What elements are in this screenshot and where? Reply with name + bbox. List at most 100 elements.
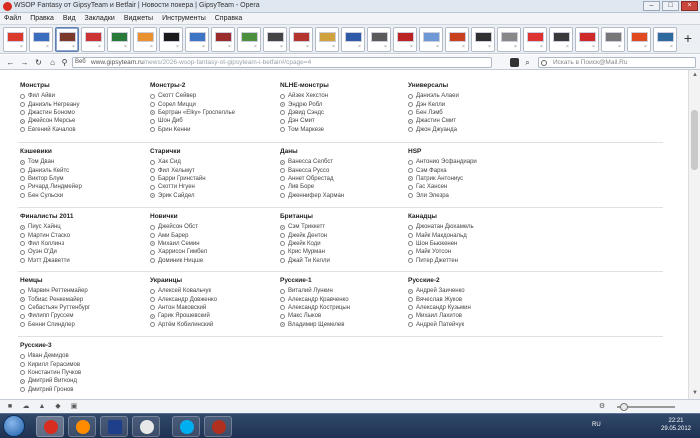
tab-8[interactable]: ×	[185, 26, 209, 52]
tab-2[interactable]: ×	[29, 26, 53, 52]
radio-icon[interactable]	[408, 258, 413, 264]
tab-21[interactable]: ×	[523, 26, 547, 52]
player-option[interactable]: Джастин Смит	[408, 117, 533, 125]
player-option[interactable]: Джейк Дентон	[280, 231, 405, 239]
tab-close-icon[interactable]: ×	[566, 44, 571, 50]
tab-close-icon[interactable]: ×	[150, 44, 155, 50]
player-option[interactable]: Дмитрий Витконд	[20, 377, 145, 385]
tab-close-icon[interactable]: ×	[280, 44, 285, 50]
tab-12[interactable]: ×	[289, 26, 313, 52]
tab-close-icon[interactable]: ×	[644, 44, 649, 50]
radio-icon[interactable]	[408, 110, 413, 116]
radio-icon[interactable]	[408, 305, 413, 311]
radio-selected-icon[interactable]	[150, 313, 155, 319]
scroll-up-icon[interactable]: ▲	[690, 72, 700, 78]
player-option[interactable]: Себастьян Руттенбург	[20, 304, 145, 312]
minimize-button[interactable]: –	[643, 1, 660, 11]
player-option[interactable]: Филипп Груссем	[20, 312, 145, 320]
tab-17[interactable]: ×	[419, 26, 443, 52]
radio-icon[interactable]	[20, 233, 25, 239]
radio-selected-icon[interactable]	[20, 118, 25, 124]
maximize-button[interactable]: □	[662, 1, 679, 11]
radio-selected-icon[interactable]	[150, 110, 155, 116]
player-option[interactable]: Крис Мурман	[280, 248, 405, 256]
radio-selected-icon[interactable]	[280, 322, 285, 328]
radio-icon[interactable]	[150, 305, 155, 311]
panel-icon[interactable]: ■	[6, 403, 14, 411]
radio-icon[interactable]	[20, 241, 25, 247]
player-option[interactable]: Патрик Антониус	[408, 175, 533, 183]
player-option[interactable]: Бен Сульски	[20, 192, 145, 200]
radio-icon[interactable]	[280, 305, 285, 311]
tab-close-icon[interactable]: ×	[514, 44, 519, 50]
player-option[interactable]: Дмитрий Гронов	[20, 386, 145, 394]
player-option[interactable]: Фил Коллинз	[20, 240, 145, 248]
player-option[interactable]: Дэн Келли	[408, 100, 533, 108]
turbo-icon[interactable]: ◆	[54, 403, 62, 411]
player-option[interactable]: Даниэль Негреану	[20, 100, 145, 108]
forward-icon[interactable]: →	[20, 58, 29, 67]
radio-icon[interactable]	[20, 313, 25, 319]
radio-icon[interactable]	[150, 297, 155, 303]
player-option[interactable]: Александр Кострицын	[280, 304, 405, 312]
player-option[interactable]: Бертран «Elky» Гроспеллье	[150, 109, 275, 117]
radio-icon[interactable]	[150, 127, 155, 133]
radio-icon[interactable]	[150, 159, 155, 165]
player-option[interactable]: Сэм Фарха	[408, 166, 533, 174]
radio-icon[interactable]	[20, 288, 25, 294]
tab-25[interactable]: ×	[627, 26, 651, 52]
zoom-knob[interactable]	[620, 403, 628, 411]
radio-selected-icon[interactable]	[20, 378, 25, 384]
player-option[interactable]: Алексей Ковальчук	[150, 287, 275, 295]
radio-icon[interactable]	[150, 168, 155, 174]
player-option[interactable]: Джейсон Мерсье	[20, 117, 145, 125]
radio-icon[interactable]	[280, 258, 285, 264]
tab-7[interactable]: ×	[159, 26, 183, 52]
player-option[interactable]: Джастин Бономо	[20, 109, 145, 117]
player-option[interactable]: Том Маркезе	[280, 126, 405, 134]
player-option[interactable]: Александр Кравченко	[280, 295, 405, 303]
tab-close-icon[interactable]: ×	[306, 44, 311, 50]
radio-icon[interactable]	[150, 224, 155, 230]
player-option[interactable]: Айзек Хекстон	[280, 92, 405, 100]
player-option[interactable]: Михаил Лахитов	[408, 312, 533, 320]
radio-icon[interactable]	[408, 233, 413, 239]
menu-help[interactable]: Справка	[215, 15, 242, 22]
radio-icon[interactable]	[150, 176, 155, 182]
player-option[interactable]: Александр Довженко	[150, 295, 275, 303]
player-option[interactable]: Ричард Линдмейер	[20, 183, 145, 191]
tab-16[interactable]: ×	[393, 26, 417, 52]
tab-10[interactable]: ×	[237, 26, 261, 52]
taskbar-app-3[interactable]	[100, 416, 128, 437]
taskbar-app-6[interactable]	[204, 416, 232, 437]
player-option[interactable]: Евгений Качалов	[20, 126, 145, 134]
player-option[interactable]: Джон Джуанда	[408, 126, 533, 134]
player-option[interactable]: Андрей Патейчук	[408, 321, 533, 329]
menu-view[interactable]: Вид	[63, 15, 76, 22]
unite-icon[interactable]: ▲	[38, 403, 46, 411]
radio-icon[interactable]	[408, 93, 413, 99]
menu-edit[interactable]: Правка	[30, 15, 54, 22]
radio-icon[interactable]	[408, 193, 413, 199]
radio-icon[interactable]	[280, 241, 285, 247]
home-icon[interactable]: ⌂	[48, 58, 57, 67]
player-option[interactable]: Джейсон Обст	[150, 223, 275, 231]
tab-close-icon[interactable]: ×	[254, 44, 259, 50]
player-option[interactable]: Дженнифер Харман	[280, 192, 405, 200]
menu-file[interactable]: Файл	[4, 15, 21, 22]
tab-11[interactable]: ×	[263, 26, 287, 52]
tab-close-icon[interactable]: ×	[72, 44, 77, 50]
player-option[interactable]: Кирилл Герасимов	[20, 360, 145, 368]
player-option[interactable]: Том Дван	[20, 158, 145, 166]
radio-selected-icon[interactable]	[408, 118, 413, 124]
tab-close-icon[interactable]: ×	[592, 44, 597, 50]
radio-icon[interactable]	[20, 127, 25, 133]
tab-close-icon[interactable]: ×	[618, 44, 623, 50]
player-option[interactable]: Джейк Коди	[280, 240, 405, 248]
taskbar-app-4[interactable]	[132, 416, 160, 437]
radio-icon[interactable]	[408, 184, 413, 190]
tab-6[interactable]: ×	[133, 26, 157, 52]
player-option[interactable]: Доминик Ницше	[150, 257, 275, 265]
radio-icon[interactable]	[150, 102, 155, 108]
new-tab-button[interactable]: +	[681, 30, 695, 48]
